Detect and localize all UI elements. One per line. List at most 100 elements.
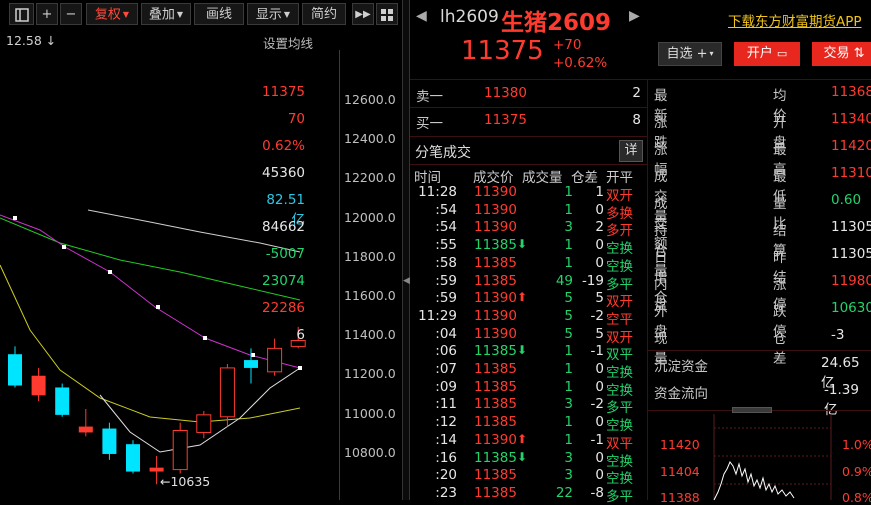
collapse-arrow-icon[interactable]: ◀ bbox=[403, 276, 410, 286]
stat-value: 11305 bbox=[831, 219, 871, 235]
toolbar-square-icon[interactable] bbox=[9, 3, 34, 25]
trade-row: 11:29 11390 5 -2 空平 bbox=[410, 307, 642, 328]
candle-body bbox=[102, 428, 117, 454]
prev-contract-icon[interactable]: ◀ bbox=[416, 8, 427, 24]
trades-table-header: 时间 成交价 成交量 仓差 开平 bbox=[410, 166, 647, 186]
trades-detail-button[interactable]: 详 bbox=[619, 140, 643, 162]
col-price: 成交价 bbox=[473, 170, 514, 186]
candle-body bbox=[31, 375, 46, 396]
trade-price: 11385 bbox=[474, 378, 517, 395]
trade-time: :58 bbox=[435, 254, 457, 271]
trade-time: :59 bbox=[435, 272, 457, 289]
trade-time: :23 bbox=[435, 484, 457, 501]
open-account-button[interactable]: 开户 ▭ bbox=[734, 42, 800, 66]
expand-icon[interactable]: ▶▶ bbox=[352, 3, 374, 25]
trade-oi-change: -1 bbox=[590, 343, 604, 360]
xianshi-label: 显示 bbox=[255, 7, 282, 23]
chevron-down-icon: ▾ bbox=[709, 49, 714, 58]
open-account-label: 开户 bbox=[746, 46, 773, 61]
stat-value: 0.60 bbox=[831, 192, 862, 208]
orderbook: 卖一 11380 2 买一 11375 8 bbox=[410, 80, 647, 136]
stat-value: 11310 bbox=[831, 165, 871, 181]
bid-label: 买一 bbox=[416, 116, 443, 132]
trade-oi-change: 1 bbox=[595, 184, 604, 200]
mini-pct-label-2: 0.9% bbox=[842, 464, 871, 479]
stat-value: -3 bbox=[831, 327, 845, 343]
jianyue-button[interactable]: 简约 bbox=[302, 3, 346, 25]
mini-chart-handle[interactable] bbox=[732, 407, 772, 413]
ma-line-magenta bbox=[0, 214, 301, 369]
trade-row: :59 11385 49 -19 多平 bbox=[410, 272, 642, 293]
download-app-link[interactable]: 下载东方财富期货APP bbox=[728, 10, 862, 30]
y-tick-label: 12000.0 bbox=[344, 209, 396, 225]
y-tick-label: 12200.0 bbox=[344, 170, 396, 186]
trade-oi-change: 2 bbox=[595, 219, 604, 236]
candle-body bbox=[126, 444, 140, 472]
xianshi-button[interactable]: 显示 ▼ bbox=[247, 3, 299, 25]
stat-value: 45360 bbox=[262, 165, 305, 181]
trade-row: :20 11385 3 0 空换 bbox=[410, 467, 642, 487]
watchlist-label: 自选 bbox=[666, 46, 693, 62]
ask-label: 卖一 bbox=[416, 89, 443, 105]
mini-y-label-1: 11420 bbox=[660, 437, 700, 452]
trade-oi-change: -19 bbox=[581, 272, 604, 289]
trade-time: :20 bbox=[435, 467, 457, 484]
stat-value: 6 bbox=[296, 327, 305, 343]
y-tick-label: 11800.0 bbox=[344, 248, 396, 264]
trade-price: 11390 bbox=[474, 325, 517, 342]
trade-volume: 3 bbox=[564, 467, 573, 484]
huaxian-button[interactable]: 画线 bbox=[194, 3, 244, 25]
trade-row: :06 11385 ⬇ 1 -1 双平 bbox=[410, 343, 642, 363]
y-axis-line bbox=[339, 50, 340, 500]
ma-point bbox=[203, 336, 207, 340]
trade-price: 11385 bbox=[474, 396, 517, 413]
ask-volume: 2 bbox=[632, 85, 641, 101]
candle-body bbox=[149, 467, 164, 472]
mini-price-line bbox=[713, 461, 795, 500]
chevron-down-icon: ▼ bbox=[283, 10, 291, 19]
fuquan-button[interactable]: 复权 ▼ bbox=[86, 3, 138, 25]
trade-volume: 1 bbox=[564, 378, 573, 395]
kline-panel[interactable]: + − 复权 ▼ 叠加 ▼ 画线 显示 ▼ 简约 ▶▶ 12.58 ↓ 设置均线 12… bbox=[0, 0, 402, 500]
trade-price: 11385 bbox=[474, 449, 517, 466]
trade-row: :55 11385 ⬇ 1 0 空换 bbox=[410, 237, 642, 257]
stat-value: -5007 bbox=[265, 246, 305, 262]
ma-line-yellow bbox=[0, 264, 301, 423]
trade-time: :14 bbox=[435, 431, 457, 448]
diejia-button[interactable]: 叠加 ▼ bbox=[141, 3, 191, 25]
trade-arrow-icon: ⬇ bbox=[517, 237, 528, 252]
zoom-out-button[interactable]: − bbox=[60, 3, 82, 25]
next-contract-icon[interactable]: ▶ bbox=[629, 8, 640, 24]
candle-body bbox=[244, 360, 258, 368]
panel-splitter[interactable]: ◀ bbox=[402, 0, 410, 500]
price-change: +70 bbox=[553, 37, 582, 53]
trade-volume: 1 bbox=[564, 254, 573, 271]
trade-time: 11:29 bbox=[418, 307, 457, 324]
mini-y-label-3: 11388 bbox=[660, 490, 700, 505]
trade-open-close: 多平 bbox=[606, 488, 633, 505]
stat-label: 仓差 bbox=[773, 331, 787, 367]
trade-price: 11385 bbox=[474, 237, 517, 254]
trade-time: :12 bbox=[435, 414, 457, 431]
chevron-down-icon: ▼ bbox=[122, 10, 130, 19]
trade-oi-change: 5 bbox=[595, 290, 604, 307]
price-change-pct: +0.62% bbox=[553, 55, 608, 71]
trade-row: :04 11390 5 5 双开 bbox=[410, 325, 642, 346]
trade-price: 11390 bbox=[474, 219, 517, 236]
grid-icon[interactable] bbox=[376, 3, 398, 25]
zoom-in-button[interactable]: + bbox=[36, 3, 58, 25]
trade-oi-change: 0 bbox=[595, 361, 604, 377]
trade-label: 交易 bbox=[823, 46, 850, 61]
card-icon: ▭ bbox=[776, 47, 788, 60]
trade-volume: 22 bbox=[555, 484, 573, 501]
watchlist-button[interactable]: 自选 + ▾ bbox=[658, 42, 722, 66]
trade-price: 11385 bbox=[474, 361, 517, 377]
trade-time: :11 bbox=[435, 396, 457, 413]
stat-value: 70 bbox=[287, 111, 305, 127]
trade-volume: 5 bbox=[564, 290, 573, 307]
stat-value: 11420 bbox=[831, 138, 871, 154]
trade-button[interactable]: 交易 ⇅ bbox=[812, 42, 871, 66]
trade-price: 11390 bbox=[474, 290, 517, 307]
trade-volume: 1 bbox=[564, 343, 573, 360]
trade-volume: 49 bbox=[555, 272, 573, 289]
